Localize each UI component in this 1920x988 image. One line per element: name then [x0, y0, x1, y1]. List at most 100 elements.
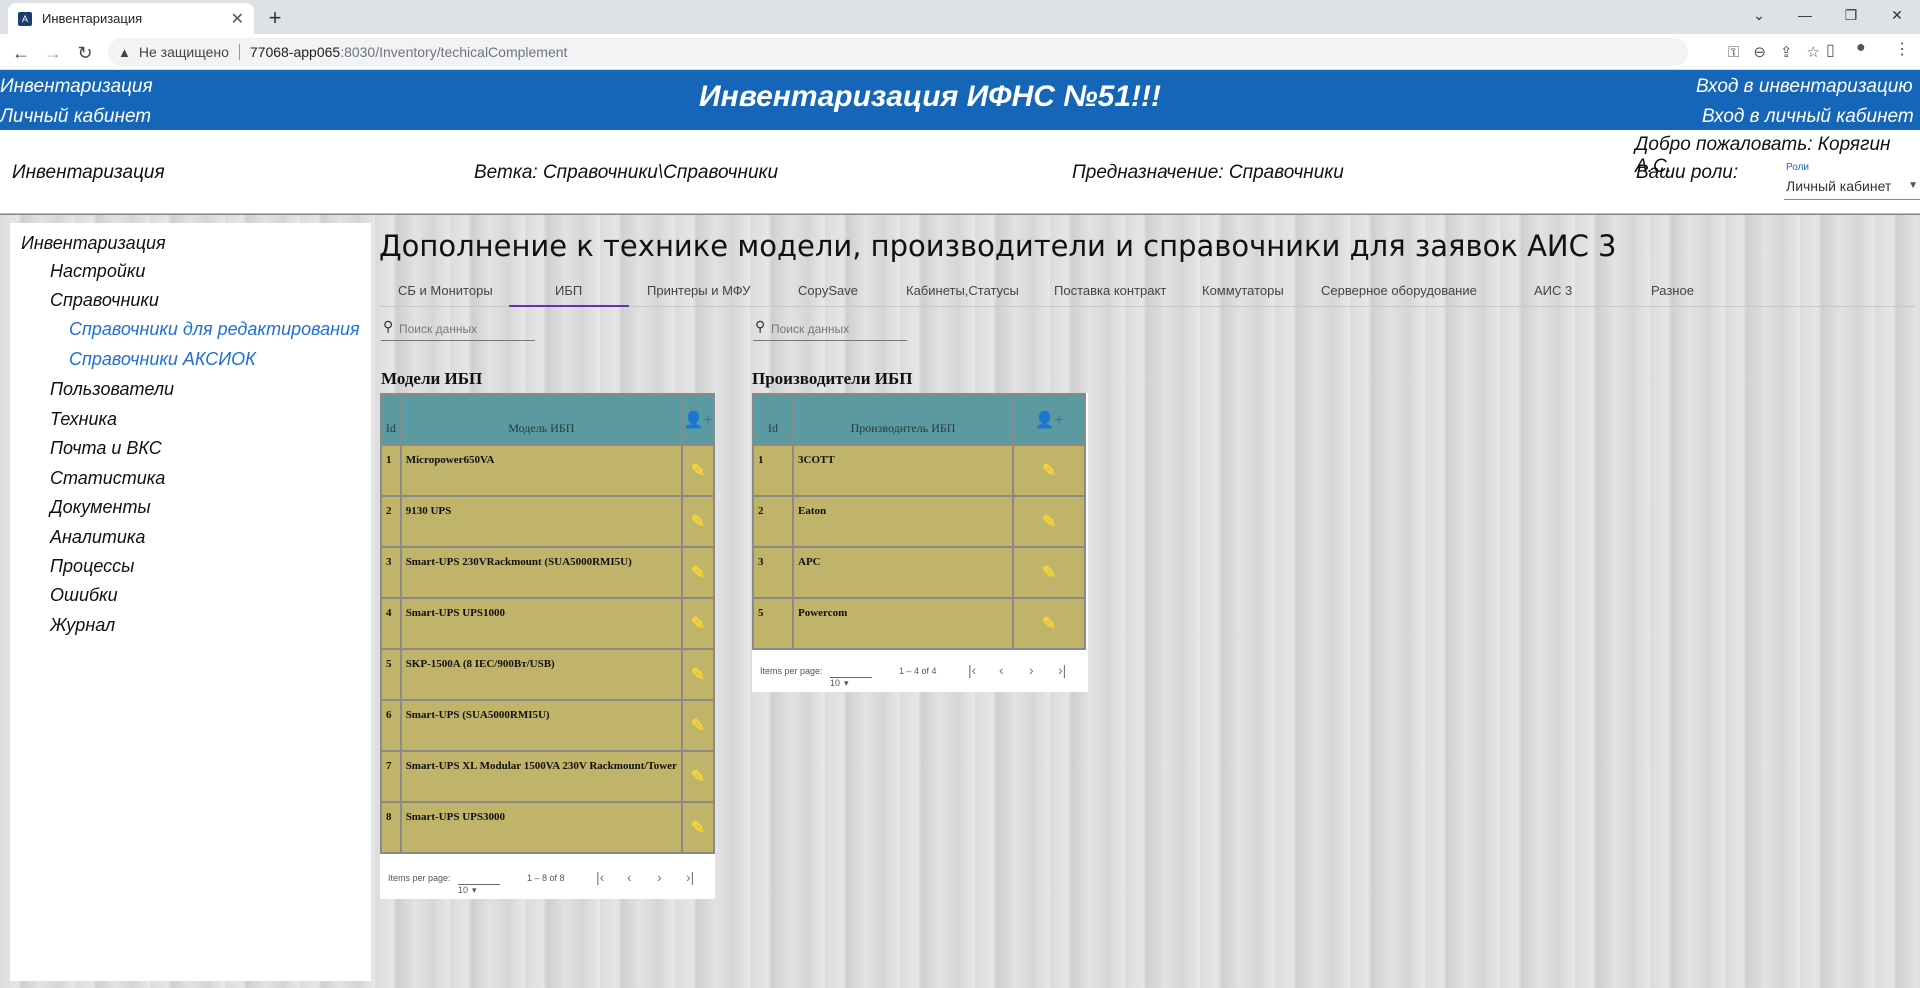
add-row-button[interactable]: 👤+ [680, 393, 716, 446]
prev-page-icon[interactable]: ‹ [627, 869, 632, 885]
roles-select[interactable]: Роли Личный кабинет ▼ [1784, 162, 1920, 200]
category-tabs: СБ и Мониторы ИБП Принтеры и МФУ CopySav… [379, 277, 1915, 307]
edit-button[interactable]: ✎ [1012, 597, 1086, 650]
sidebar-item-documents[interactable]: Документы [50, 497, 151, 518]
column-header-model: Модель ИБП [399, 393, 683, 446]
sidebar-item-references[interactable]: Справочники [50, 290, 159, 311]
prev-page-icon[interactable]: ‹ [999, 662, 1004, 678]
cell-maker: Eaton [792, 495, 1014, 548]
tab-server-equipment[interactable]: Серверное оборудование [1321, 283, 1477, 298]
edit-button[interactable]: ✎ [1012, 546, 1086, 599]
page-size-select[interactable]: 10 ▾ [458, 869, 500, 895]
sidebar-item-statistics[interactable]: Статистика [50, 468, 165, 489]
edit-button[interactable]: ✎ [680, 648, 716, 701]
tab-cabinets-statuses[interactable]: Кабинеты,Статусы [906, 283, 1019, 298]
cell-model: Micropower650VA [399, 444, 683, 497]
next-page-icon[interactable]: › [657, 869, 662, 885]
minimize-icon[interactable]: — [1782, 0, 1828, 30]
sidebar-item-users[interactable]: Пользователи [50, 379, 174, 400]
cell-id: 3 [752, 546, 794, 599]
edit-button[interactable]: ✎ [680, 750, 716, 803]
table-row: 3 Smart-UPS 230VRackmount (SUA5000RMI5U) ✎ [380, 546, 716, 599]
cell-model: Smart-UPS UPS3000 [399, 801, 683, 854]
key-icon[interactable]: ⚿ [1728, 44, 1739, 61]
page-size-select[interactable]: 10 ▾ [830, 662, 872, 688]
new-tab-button[interactable]: + [262, 5, 288, 31]
first-page-icon[interactable]: |‹ [968, 662, 976, 678]
first-page-icon[interactable]: |‹ [596, 869, 604, 885]
edit-button[interactable]: ✎ [680, 546, 716, 599]
active-tab-indicator [509, 305, 629, 307]
table-row: 1 3COTT ✎ [752, 444, 1086, 497]
bookmark-star-icon[interactable]: ☆ [1807, 43, 1820, 61]
table-row: 5 SKP-1500A (8 IEC/900Вт/USB) ✎ [380, 648, 716, 701]
edit-button[interactable]: ✎ [1012, 444, 1086, 497]
edit-button[interactable]: ✎ [1012, 495, 1086, 548]
header-login-cabinet[interactable]: Вход в личный кабинет [1702, 106, 1914, 128]
cell-id: 2 [380, 495, 402, 548]
tab-ups[interactable]: ИБП [555, 283, 582, 298]
info-section: Инвентаризация [12, 162, 165, 183]
tab-sb-monitors[interactable]: СБ и Мониторы [398, 283, 493, 298]
app-header: Инвентаризация Личный кабинет Инвентариз… [0, 70, 1920, 130]
edit-button[interactable]: ✎ [680, 597, 716, 650]
tab-switches[interactable]: Коммутаторы [1202, 283, 1284, 298]
reload-icon[interactable]: ↻ [72, 40, 98, 66]
address-bar[interactable]: ▲ Не защищено 77068-app065 :8030/Invento… [108, 38, 1688, 66]
edit-icon: ✎ [1041, 460, 1057, 480]
page-size-value: 10 [458, 885, 469, 895]
cell-id: 6 [380, 699, 402, 752]
sidebar-item-journal[interactable]: Журнал [50, 615, 115, 636]
forward-icon[interactable]: → [40, 40, 66, 66]
table-row: 5 Powercom ✎ [752, 597, 1086, 650]
edit-icon: ✎ [690, 766, 706, 786]
add-row-button[interactable]: 👤+ [1012, 393, 1086, 446]
tab-contract-supply[interactable]: Поставка контракт [1054, 283, 1166, 298]
share-icon[interactable]: ⇪ [1780, 43, 1793, 61]
profile-avatar[interactable]: ● [1856, 39, 1866, 57]
models-search-input[interactable]: ⚲ Поиск данных [381, 317, 535, 341]
tab-copysave[interactable]: CopySave [798, 283, 858, 298]
security-status: Не защищено [138, 44, 229, 60]
tab-misc[interactable]: Разное [1651, 283, 1694, 298]
models-table: Id Модель ИБП 👤+ 1 Micropower650VA ✎ 2 9130… [380, 393, 716, 854]
sidebar-item-mail-vcs[interactable]: Почта и ВКС [50, 438, 162, 459]
models-table-title: Модели ИБП [381, 369, 483, 388]
warning-icon: ▲ [118, 44, 131, 60]
makers-search-input[interactable]: ⚲ Поиск данных [753, 317, 907, 341]
sidebar-item-editable-references[interactable]: Справочники для редактирования [69, 319, 360, 340]
sidebar-item-aksiok[interactable]: Справочники АКСИОК [69, 349, 256, 370]
tab-search-icon[interactable]: ⌄ [1736, 0, 1782, 30]
sidebar-item-hardware[interactable]: Техника [50, 409, 117, 430]
browser-tab[interactable]: A Инвентаризация ✕ [8, 3, 254, 34]
sidebar-item-inventory[interactable]: Инвентаризация [21, 233, 166, 254]
omnibox-actions: ⚿ ⊖ ⇪ ☆ [1728, 38, 1820, 66]
restore-icon[interactable]: ❐ [1828, 0, 1874, 30]
sidebar: Инвентаризация Настройки Справочники Спр… [10, 223, 371, 981]
next-page-icon[interactable]: › [1029, 662, 1034, 678]
sidebar-item-processes[interactable]: Процессы [50, 556, 134, 577]
edit-button[interactable]: ✎ [680, 495, 716, 548]
table-row: 7 Smart-UPS XL Modular 1500VA 230V Rackmo… [380, 750, 716, 803]
menu-kebab-icon[interactable]: ⋮ [1894, 39, 1910, 59]
sidebar-item-settings[interactable]: Настройки [50, 261, 145, 282]
sidepanel-icon[interactable]: ▯ [1826, 40, 1835, 60]
cell-id: 3 [380, 546, 402, 599]
back-icon[interactable]: ← [8, 40, 34, 66]
roles-value: Личный кабинет [1786, 178, 1892, 194]
last-page-icon[interactable]: ›| [686, 869, 694, 885]
zoom-icon[interactable]: ⊖ [1753, 43, 1766, 61]
last-page-icon[interactable]: ›| [1058, 662, 1066, 678]
tab-close-icon[interactable]: ✕ [231, 9, 244, 29]
edit-button[interactable]: ✎ [680, 444, 716, 497]
sidebar-item-analytics[interactable]: Аналитика [50, 527, 145, 548]
edit-button[interactable]: ✎ [680, 699, 716, 752]
cell-maker: APC [792, 546, 1014, 599]
close-window-icon[interactable]: ✕ [1874, 0, 1920, 30]
info-purpose: Предназначение: Справочники [1072, 162, 1344, 183]
header-login-inventory[interactable]: Вход в инвентаризацию [1696, 76, 1913, 98]
edit-button[interactable]: ✎ [680, 801, 716, 854]
sidebar-item-errors[interactable]: Ошибки [50, 585, 118, 606]
tab-ais3[interactable]: АИС 3 [1534, 283, 1572, 298]
tab-printers[interactable]: Принтеры и МФУ [647, 283, 750, 298]
